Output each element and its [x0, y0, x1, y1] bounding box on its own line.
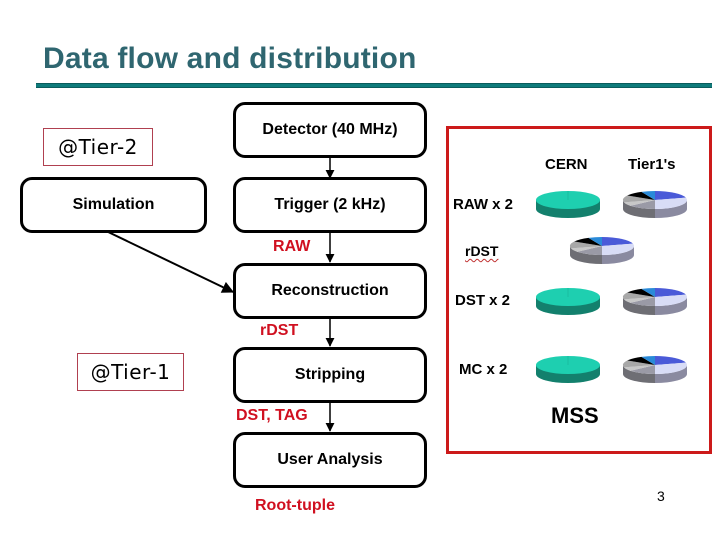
detector-label: Detector (40 MHz)	[262, 121, 398, 138]
title-underline	[36, 83, 712, 88]
reconstruction-node: Reconstruction	[233, 263, 427, 319]
trigger-label: Trigger (2 kHz)	[274, 196, 386, 213]
pie-cern-mc	[536, 356, 600, 383]
row-label-mc: MC x 2	[459, 361, 508, 378]
stripping-node: Stripping	[233, 347, 427, 403]
col-header-tier1: Tier1's	[628, 156, 676, 173]
trigger-node: Trigger (2 kHz)	[233, 177, 427, 233]
flow-label-dst-tag: DST, TAG	[236, 407, 308, 424]
mss-footer-label: MSS	[551, 403, 599, 428]
user-analysis-node: User Analysis	[233, 432, 427, 488]
arrow-simulation-reconstruction	[103, 229, 235, 293]
flow-label-root-tuple: Root-tuple	[255, 497, 335, 514]
simulation-node: Simulation	[20, 177, 207, 233]
slide-title: Data flow and distribution	[43, 42, 417, 75]
col-header-cern: CERN	[545, 156, 588, 173]
page-number: 3	[657, 488, 665, 504]
pie-tier1-rdst	[570, 237, 634, 264]
flow-label-raw: RAW	[273, 238, 311, 255]
detector-node: Detector (40 MHz)	[233, 102, 427, 158]
user-analysis-label: User Analysis	[277, 451, 383, 468]
row-label-dst: DST x 2	[455, 292, 511, 309]
pie-cern-raw	[536, 191, 600, 218]
tier2-label: @Tier-2	[43, 128, 153, 166]
pie-tier1-mc	[623, 356, 687, 383]
reconstruction-label: Reconstruction	[271, 282, 389, 299]
pie-tier1-dst	[623, 288, 687, 315]
pie-cern-dst	[536, 288, 600, 315]
row-label-raw: RAW x 2	[453, 196, 514, 213]
stripping-label: Stripping	[294, 366, 366, 383]
row-label-rdst: rDST	[465, 243, 499, 259]
tier1-label: @Tier-1	[77, 353, 184, 391]
simulation-label: Simulation	[72, 196, 155, 213]
pie-tier1-raw	[623, 191, 687, 218]
flow-label-rdst: rDST	[260, 322, 299, 339]
